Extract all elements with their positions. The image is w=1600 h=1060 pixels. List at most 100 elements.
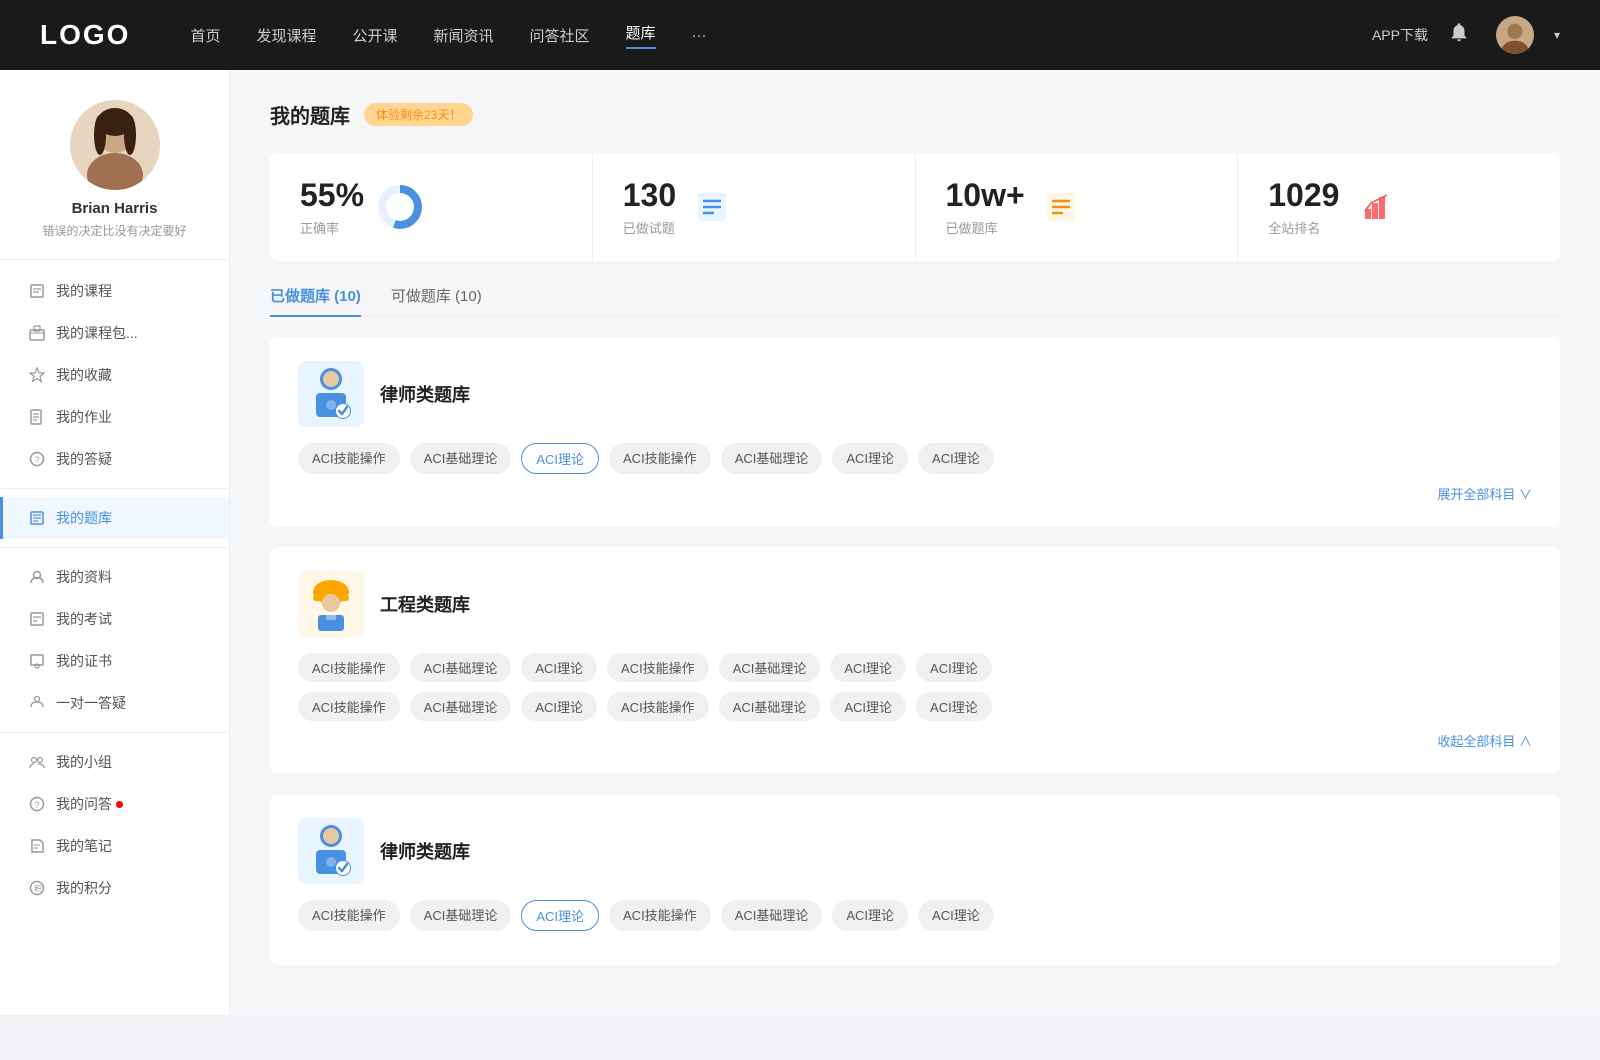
main-content: 我的题库 体验剩余23天！ 55% 正确率 130 xyxy=(230,70,1600,1015)
qbank-lawyer-icon-1 xyxy=(298,361,364,427)
cert-icon xyxy=(28,652,46,670)
svg-text:?: ? xyxy=(35,455,40,465)
tab-done[interactable]: 已做题库 (10) xyxy=(270,285,361,316)
tag-item[interactable]: ACI基础理论 xyxy=(719,692,821,721)
oneone-icon xyxy=(28,694,46,712)
stat-value-banks: 10w+ xyxy=(946,177,1025,214)
sidebar-item-my-qa[interactable]: ? 我的答疑 xyxy=(0,438,229,480)
sidebar-item-favorites[interactable]: 我的收藏 xyxy=(0,354,229,396)
sidebar-item-qbank[interactable]: 我的题库 xyxy=(0,497,229,539)
group-icon xyxy=(28,753,46,771)
profile-motto: 错误的决定比没有决定要好 xyxy=(42,222,186,239)
nav-qa[interactable]: 问答社区 xyxy=(530,25,590,46)
stat-site-rank: 1029 全站排名 xyxy=(1238,153,1560,261)
tag-item[interactable]: ACI理论 xyxy=(918,900,994,931)
nav-news[interactable]: 新闻资讯 xyxy=(434,25,494,46)
svg-text:?: ? xyxy=(35,800,40,810)
tag-item[interactable]: ACI技能操作 xyxy=(609,443,711,474)
tag-item[interactable]: ACI基础理论 xyxy=(410,692,512,721)
stat-label-done: 已做试题 xyxy=(623,218,676,237)
note-icon xyxy=(28,837,46,855)
tag-item[interactable]: ACI基础理论 xyxy=(721,900,823,931)
sidebar-item-package[interactable]: 我的课程包... xyxy=(0,312,229,354)
page-wrap: Brian Harris 错误的决定比没有决定要好 我的课程 xyxy=(0,70,1600,1015)
qbank-tags-lawyer-2: ACI技能操作 ACI基础理论 ACI理论 ACI技能操作 ACI基础理论 AC… xyxy=(298,900,1532,931)
tag-item[interactable]: ACI技能操作 xyxy=(607,692,709,721)
tag-item[interactable]: ACI理论 xyxy=(918,443,994,474)
star-icon xyxy=(28,366,46,384)
sidebar-item-homework[interactable]: 我的作业 xyxy=(0,396,229,438)
navbar: LOGO 首页 发现课程 公开课 新闻资讯 问答社区 题库 ··· APP下载 … xyxy=(0,0,1600,70)
tag-item[interactable]: ACI理论 xyxy=(521,692,597,721)
tag-item[interactable]: ACI理论 xyxy=(916,692,992,721)
sidebar-item-exam[interactable]: 我的考试 xyxy=(0,598,229,640)
homework-icon xyxy=(28,408,46,426)
sidebar-profile: Brian Harris 错误的决定比没有决定要好 xyxy=(0,100,229,260)
tag-item-active[interactable]: ACI理论 xyxy=(521,900,599,931)
tab-available[interactable]: 可做题库 (10) xyxy=(391,285,482,316)
tab-bar: 已做题库 (10) 可做题库 (10) xyxy=(270,285,1560,317)
stat-value-correct: 55% xyxy=(300,177,364,214)
tag-item[interactable]: ACI基础理论 xyxy=(719,653,821,682)
sidebar-item-myqa[interactable]: ? 我的问答 xyxy=(0,783,229,825)
tag-item[interactable]: ACI理论 xyxy=(832,900,908,931)
tag-item[interactable]: ACI基础理论 xyxy=(721,443,823,474)
app-download-link[interactable]: APP下载 xyxy=(1372,25,1428,45)
pie-chart xyxy=(378,185,422,229)
orange-list-icon xyxy=(1039,185,1083,229)
qbank-title-lawyer-2: 律师类题库 xyxy=(380,838,470,864)
tag-item[interactable]: ACI理论 xyxy=(830,653,906,682)
tag-item[interactable]: ACI基础理论 xyxy=(410,900,512,931)
user-menu-chevron[interactable]: ▾ xyxy=(1554,28,1560,42)
user-avatar[interactable] xyxy=(1496,16,1534,54)
notification-bell[interactable] xyxy=(1448,21,1476,49)
qbank-title-lawyer-1: 律师类题库 xyxy=(380,381,470,407)
profile-avatar xyxy=(70,100,160,190)
tag-item[interactable]: ACI理论 xyxy=(521,653,597,682)
collapse-link-engineer[interactable]: 收起全部科目 ∧ xyxy=(298,731,1532,750)
chart-icon xyxy=(1353,185,1397,229)
qbank-icon xyxy=(28,509,46,527)
tag-item[interactable]: ACI理论 xyxy=(830,692,906,721)
sidebar-item-points[interactable]: 积 我的积分 xyxy=(0,867,229,909)
stat-label-banks: 已做题库 xyxy=(946,218,1025,237)
nav-open-course[interactable]: 公开课 xyxy=(352,25,397,46)
tag-item[interactable]: ACI基础理论 xyxy=(410,443,512,474)
qbank-card-lawyer-2: 律师类题库 ACI技能操作 ACI基础理论 ACI理论 ACI技能操作 ACI基… xyxy=(270,794,1560,965)
myqa-icon: ? xyxy=(28,795,46,813)
tag-item[interactable]: ACI理论 xyxy=(916,653,992,682)
sidebar-item-course[interactable]: 我的课程 xyxy=(0,270,229,312)
sidebar-item-group[interactable]: 我的小组 xyxy=(0,741,229,783)
sidebar-item-notes[interactable]: 我的笔记 xyxy=(0,825,229,867)
page-title: 我的题库 xyxy=(270,100,350,129)
expand-link-lawyer-1[interactable]: 展开全部科目 ∨ xyxy=(298,484,1532,503)
stat-done-questions: 130 已做试题 xyxy=(593,153,916,261)
sidebar-item-cert[interactable]: 我的证书 xyxy=(0,640,229,682)
tag-item[interactable]: ACI技能操作 xyxy=(607,653,709,682)
qbank-engineer-icon xyxy=(298,571,364,637)
tag-item[interactable]: ACI基础理论 xyxy=(410,653,512,682)
tag-item[interactable]: ACI技能操作 xyxy=(298,653,400,682)
question-icon: ? xyxy=(28,450,46,468)
tag-item[interactable]: ACI技能操作 xyxy=(609,900,711,931)
stat-correct-rate: 55% 正确率 xyxy=(270,153,593,261)
qbank-tags-engineer-row1: ACI技能操作 ACI基础理论 ACI理论 ACI技能操作 ACI基础理论 AC… xyxy=(298,653,1532,682)
tag-item[interactable]: ACI技能操作 xyxy=(298,900,400,931)
sidebar-item-myprofile[interactable]: 我的资料 xyxy=(0,556,229,598)
nav-more[interactable]: ··· xyxy=(692,27,707,44)
nav-home[interactable]: 首页 xyxy=(190,25,220,46)
package-icon xyxy=(28,324,46,342)
stats-row: 55% 正确率 130 已做试题 xyxy=(270,153,1560,261)
tag-item-active[interactable]: ACI理论 xyxy=(521,443,599,474)
qbank-tags-lawyer-1: ACI技能操作 ACI基础理论 ACI理论 ACI技能操作 ACI基础理论 AC… xyxy=(298,443,1532,474)
nav-qbank[interactable]: 题库 xyxy=(626,22,656,49)
tag-item[interactable]: ACI技能操作 xyxy=(298,692,400,721)
course-icon xyxy=(28,282,46,300)
sidebar-menu: 我的课程 我的课程包... 我的收藏 xyxy=(0,270,229,909)
tag-item[interactable]: ACI技能操作 xyxy=(298,443,400,474)
nav-discover[interactable]: 发现课程 xyxy=(256,25,316,46)
qbank-title-engineer: 工程类题库 xyxy=(380,591,470,617)
sidebar-item-oneone[interactable]: 一对一答疑 xyxy=(0,682,229,724)
tag-item[interactable]: ACI理论 xyxy=(832,443,908,474)
qbank-card-lawyer-1: 律师类题库 ACI技能操作 ACI基础理论 ACI理论 ACI技能操作 ACI基… xyxy=(270,337,1560,527)
